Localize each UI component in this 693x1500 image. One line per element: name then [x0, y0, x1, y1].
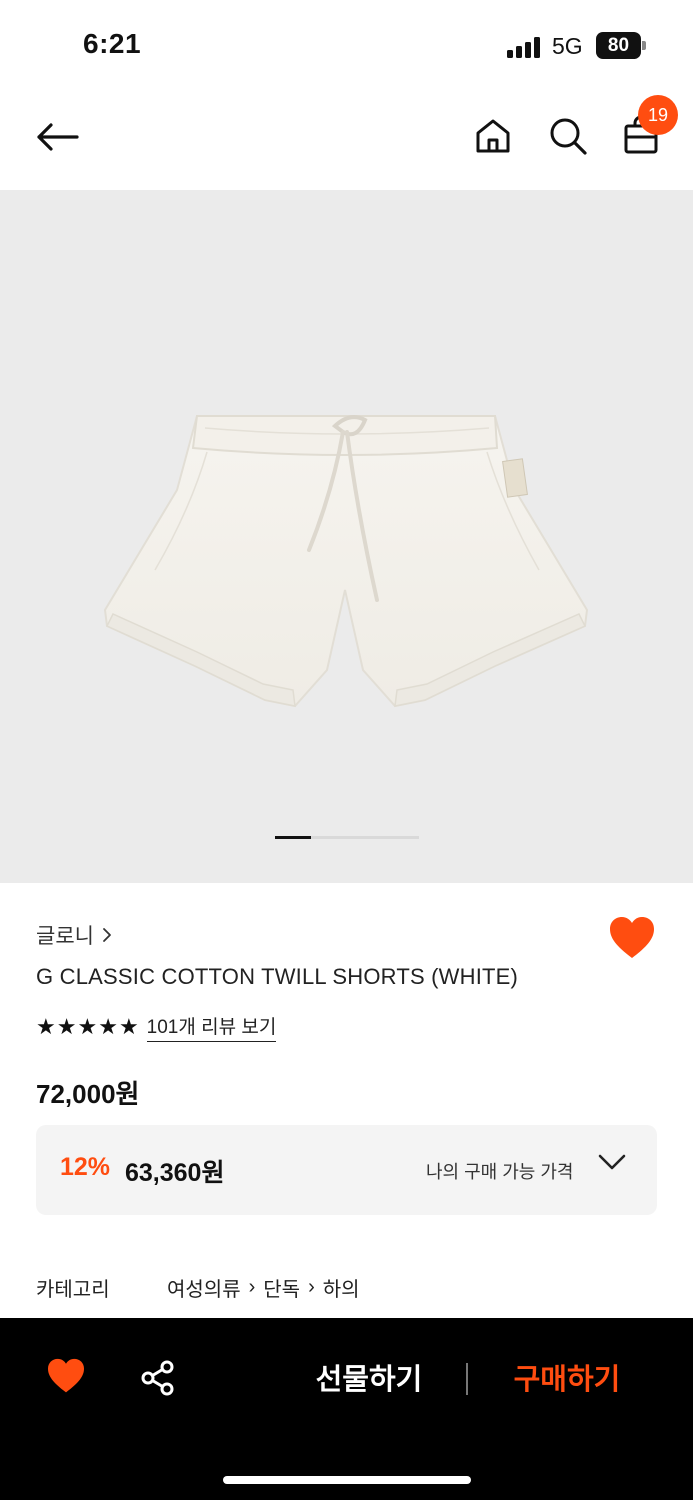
buy-button[interactable]: 구매하기 — [498, 1358, 636, 1402]
status-bar: 6:21 5G 80 — [0, 0, 693, 90]
discount-rate: 12% — [60, 1153, 111, 1181]
chevron-down-icon — [598, 1154, 626, 1170]
search-icon — [550, 118, 587, 155]
network-type: 5G — [552, 33, 583, 59]
bottom-like-button[interactable] — [46, 1358, 90, 1402]
home-indicator — [223, 1476, 471, 1484]
product-name: G CLASSIC COTTON TWILL SHORTS (WHITE) — [36, 964, 519, 989]
category-label: 카테고리 — [36, 1279, 110, 1301]
chevron-right-icon: › — [308, 1276, 315, 1298]
product-photo-shorts — [103, 415, 589, 708]
category-crumb[interactable]: 여성의류 — [167, 1273, 241, 1302]
rating-stars: ★ ★ ★ ★ ★ — [36, 1016, 139, 1038]
category-row: 카테고리 여성의류 › 단독 › 하의 — [36, 1273, 360, 1302]
review-link[interactable]: 101개 리뷰 보기 — [146, 1012, 277, 1042]
original-price: 72,000원 — [36, 1079, 140, 1109]
image-pager — [275, 836, 419, 840]
like-button[interactable] — [608, 916, 658, 964]
discount-price: 63,360원 — [125, 1159, 225, 1187]
divider — [466, 1363, 468, 1395]
home-button[interactable] — [470, 110, 516, 162]
star-icon: ★ — [118, 1014, 139, 1039]
arrow-left-icon — [37, 123, 79, 151]
home-icon — [476, 119, 510, 153]
my-price-box[interactable]: 12% 63,360원 나의 구매 가능 가격 — [36, 1125, 657, 1215]
my-price-label: 나의 구매 가능 가격 — [426, 1162, 574, 1182]
status-time: 6:21 — [83, 28, 142, 59]
top-nav — [0, 90, 693, 190]
heart-filled-icon — [48, 1358, 84, 1393]
brand-name: 글로니 — [36, 925, 94, 948]
battery-level: 80 — [596, 32, 641, 59]
search-button[interactable] — [545, 110, 591, 162]
star-icon: ★ — [98, 1014, 118, 1039]
back-button[interactable] — [30, 112, 84, 162]
star-icon: ★ — [56, 1014, 77, 1039]
my-price-toggle[interactable] — [598, 1153, 634, 1185]
category-crumb[interactable]: 하의 — [323, 1273, 360, 1302]
star-icon: ★ — [77, 1014, 98, 1039]
cellular-signal-icon — [507, 36, 543, 58]
pager-dot-3 — [347, 836, 383, 839]
heart-filled-icon — [610, 917, 654, 958]
star-icon: ★ — [36, 1014, 56, 1039]
cart-count-badge: 19 — [638, 95, 678, 135]
gift-button[interactable]: 선물하기 — [300, 1358, 438, 1402]
category-crumb[interactable]: 단독 — [263, 1273, 300, 1302]
share-icon — [141, 1360, 174, 1396]
pager-dot-4 — [383, 836, 419, 839]
battery-icon: 80 — [596, 32, 646, 59]
pager-dot-1 — [275, 836, 311, 839]
brand-link[interactable]: 글로니 — [36, 920, 112, 950]
share-button[interactable] — [138, 1358, 182, 1402]
chevron-right-icon: › — [248, 1276, 256, 1298]
bottom-action-bar: 선물하기 구매하기 — [0, 1318, 693, 1500]
category-breadcrumb: 여성의류 › 단독 › 하의 — [167, 1273, 360, 1302]
product-image-carousel[interactable] — [0, 190, 693, 883]
chevron-right-icon — [103, 928, 111, 942]
rating-row: ★ ★ ★ ★ ★ 101개 리뷰 보기 — [36, 1012, 277, 1042]
pager-dot-2 — [311, 836, 347, 839]
